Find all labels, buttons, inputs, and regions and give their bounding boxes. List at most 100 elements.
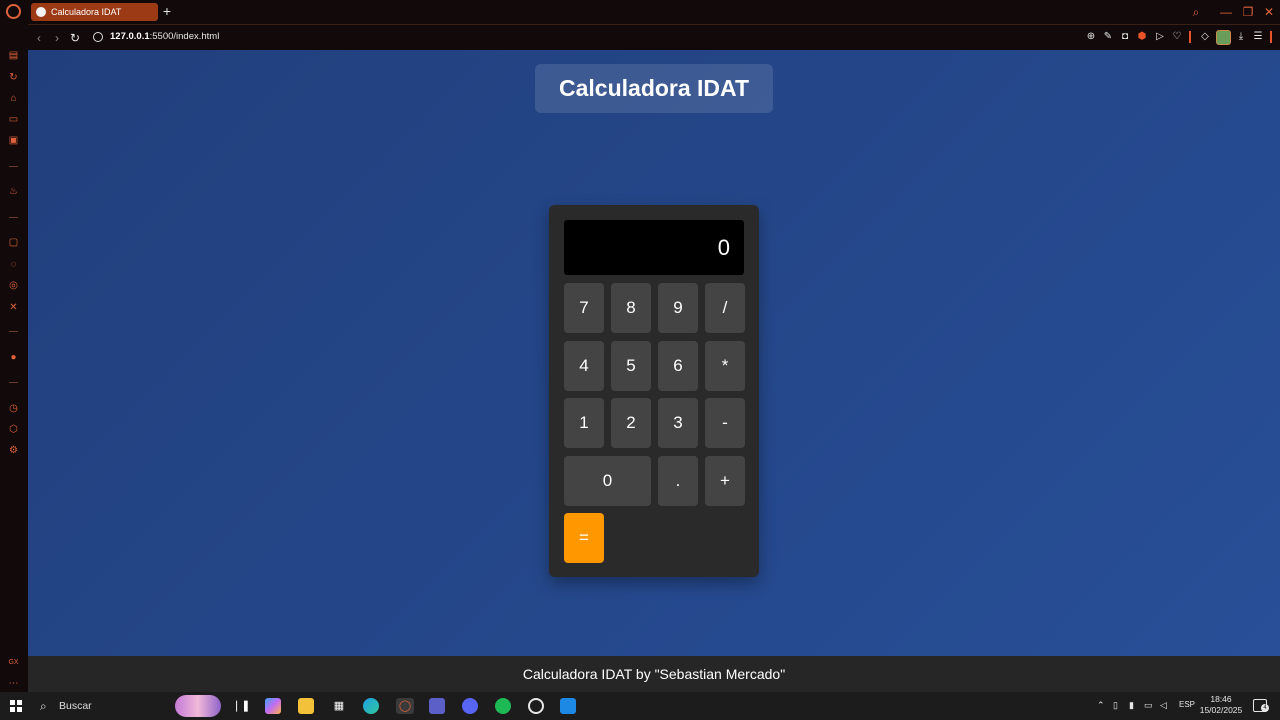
copilot-icon[interactable] — [265, 698, 281, 714]
maximize-button[interactable]: ❐ — [1240, 4, 1256, 20]
key-add[interactable]: + — [705, 456, 745, 506]
notifications-count: 4 — [1261, 704, 1269, 712]
key-divide[interactable]: / — [705, 283, 745, 333]
key-8[interactable]: 8 — [611, 283, 651, 333]
tv-icon[interactable]: ▭ — [7, 113, 20, 126]
globe-icon — [36, 7, 46, 17]
extensions-icon[interactable]: ⬡ — [7, 423, 20, 436]
cube-icon[interactable]: ◇ — [1199, 31, 1211, 43]
refresh-icon[interactable]: ↻ — [7, 71, 20, 84]
address-bar: ‹ › ↻ 127.0.0.1:5500/index.html ⊕ ✎ ◘ ⬢ … — [28, 24, 1280, 50]
url-host: 127.0.0.1 — [110, 31, 150, 42]
volume-icon[interactable]: ◁ — [1160, 700, 1167, 711]
key-1[interactable]: 1 — [564, 398, 604, 448]
search-icon[interactable]: ⌕ — [40, 699, 54, 713]
key-9[interactable]: 9 — [658, 283, 698, 333]
reload-button[interactable]: ↻ — [68, 30, 82, 46]
spotify-icon[interactable] — [495, 698, 511, 714]
language-indicator[interactable]: ESP — [1179, 700, 1195, 709]
url-path: :5500/index.html — [149, 31, 220, 42]
history-icon[interactable]: ◷ — [7, 402, 20, 415]
whatsapp-icon[interactable] — [528, 698, 544, 714]
key-5[interactable]: 5 — [611, 341, 651, 391]
sidebar-separator — [9, 217, 18, 218]
whatsapp-icon[interactable]: ◌ — [7, 258, 20, 271]
key-7[interactable]: 7 — [564, 283, 604, 333]
windows-taskbar: ⌕ Buscar ❘❚ ▦ ◯ ⌃ ▯ ▮ ▭ ◁ ESP 18:46 15/0… — [0, 692, 1280, 720]
key-3[interactable]: 3 — [658, 398, 698, 448]
windows-start-icon[interactable] — [10, 700, 22, 712]
site-info-icon[interactable] — [93, 32, 103, 42]
footer-text: Calculadora IDAT by "Sebastian Mercado" — [522, 666, 786, 682]
search-tabs-icon[interactable]: ⌕ — [1188, 4, 1204, 20]
calculator: 0 7 8 9 / 4 5 6 * 1 2 3 - 0 . + = — [549, 205, 759, 577]
key-decimal[interactable]: . — [658, 456, 698, 506]
clock-date: 15/02/2025 — [1199, 705, 1243, 715]
spotify-icon[interactable]: ● — [7, 351, 20, 364]
chevron-up-icon[interactable]: ⌃ — [1097, 700, 1105, 711]
toolbar-divider-end — [1270, 31, 1272, 43]
taskbar-search-input[interactable]: Buscar — [59, 700, 92, 712]
sidebar: ▤ ↻ ⌂ ▭ ▣ ♨ ▢ ◌ ◎ ✕ ● ◷ ⬡ ⚙ GX ⋯ — [0, 24, 28, 692]
camera-icon[interactable]: ◘ — [1119, 31, 1131, 43]
task-view-icon[interactable]: ❘❚ — [232, 698, 250, 714]
ai-icon[interactable]: ▣ — [7, 134, 20, 147]
key-equals[interactable]: = — [564, 513, 604, 563]
play-icon[interactable]: ▷ — [1154, 31, 1166, 43]
page-content: Calculadora IDAT 0 7 8 9 / 4 5 6 * 1 2 3… — [28, 50, 1280, 656]
shop-icon[interactable]: ⌂ — [7, 92, 20, 105]
clock-time: 18:46 — [1210, 694, 1232, 704]
file-explorer-icon[interactable] — [298, 698, 314, 714]
new-tab-button[interactable]: + — [161, 3, 173, 19]
browser-tab-bar: Calculadora IDAT + ⌕ — ❐ ✕ — [0, 0, 1280, 24]
page-footer: Calculadora IDAT by "Sebastian Mercado" — [28, 656, 1280, 692]
minimize-button[interactable]: — — [1218, 4, 1234, 20]
avatar[interactable] — [1216, 30, 1231, 45]
sidebar-separator — [9, 166, 18, 167]
key-0[interactable]: 0 — [564, 456, 651, 506]
gx-icon[interactable]: GX — [7, 656, 20, 669]
toolbar-divider — [1189, 31, 1191, 43]
download-icon[interactable]: ⤓ — [1235, 31, 1247, 43]
instagram-icon[interactable]: ◎ — [7, 279, 20, 292]
meet-now-icon[interactable]: ▯ — [1113, 700, 1118, 711]
clock[interactable]: 18:46 15/02/2025 — [1198, 694, 1244, 716]
shield-icon[interactable]: ⬢ — [1136, 31, 1148, 43]
flame-icon[interactable]: ♨ — [7, 185, 20, 198]
store-icon[interactable]: ▦ — [331, 698, 347, 714]
heart-icon[interactable]: ♡ — [1171, 31, 1183, 43]
news-icon[interactable]: ▤ — [7, 49, 20, 62]
key-4[interactable]: 4 — [564, 341, 604, 391]
settings-icon[interactable]: ⚙ — [7, 444, 20, 457]
forward-button[interactable]: › — [50, 30, 64, 46]
opera-logo-icon[interactable] — [6, 4, 21, 19]
menu-icon[interactable]: ☰ — [1252, 31, 1264, 43]
search-highlight-image[interactable] — [175, 695, 221, 717]
zoom-icon[interactable]: ⊕ — [1085, 31, 1097, 43]
teams-icon[interactable] — [429, 698, 445, 714]
opera-icon[interactable]: ◯ — [396, 698, 414, 714]
x-icon[interactable]: ✕ — [7, 301, 20, 314]
display-value: 0 — [717, 235, 730, 260]
sidebar-separator — [9, 331, 18, 332]
microphone-icon[interactable]: ▮ — [1129, 700, 1134, 711]
twitch-icon[interactable]: ▢ — [7, 236, 20, 249]
calculator-display: 0 — [564, 220, 744, 275]
page-title: Calculadora IDAT — [559, 75, 749, 101]
vscode-icon[interactable] — [560, 698, 576, 714]
edit-icon[interactable]: ✎ — [1102, 31, 1114, 43]
page-header: Calculadora IDAT — [535, 64, 773, 113]
network-icon[interactable]: ▭ — [1144, 700, 1153, 711]
edge-icon[interactable] — [363, 698, 379, 714]
tab-title: Calculadora IDAT — [51, 7, 122, 17]
discord-icon[interactable] — [462, 698, 478, 714]
tab-calculadora[interactable]: Calculadora IDAT — [31, 3, 158, 21]
key-6[interactable]: 6 — [658, 341, 698, 391]
close-button[interactable]: ✕ — [1261, 4, 1277, 20]
key-multiply[interactable]: * — [705, 341, 745, 391]
key-2[interactable]: 2 — [611, 398, 651, 448]
more-icon[interactable]: ⋯ — [7, 677, 20, 690]
back-button[interactable]: ‹ — [32, 30, 46, 46]
url-field[interactable]: 127.0.0.1:5500/index.html — [110, 31, 219, 42]
key-subtract[interactable]: - — [705, 398, 745, 448]
